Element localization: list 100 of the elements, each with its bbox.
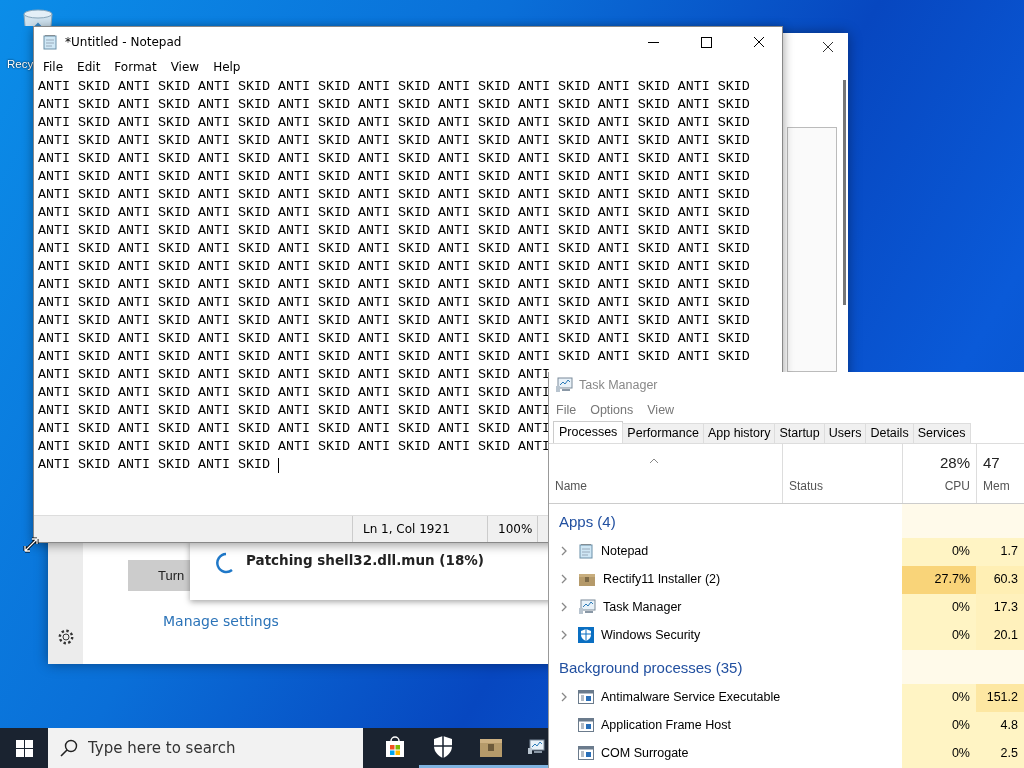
process-name[interactable]: Task Manager <box>603 599 682 614</box>
window-title: Task Manager <box>579 378 658 393</box>
column-header[interactable]: Mem <box>983 479 1010 493</box>
task-manager-icon <box>555 377 573 394</box>
search-icon <box>60 739 78 757</box>
text-line: ANTI SKID ANTI SKID ANTI SKID ANTI SKID ANTI SKID ANTI SKID ANTI SKID ANTI SKID ANTI SKID <box>38 294 750 312</box>
memory-cell: 20.1 <box>976 622 1024 650</box>
cpu-cell: 0% <box>902 594 976 622</box>
maximize-icon <box>700 36 712 48</box>
memory-cell <box>976 504 1024 538</box>
chevron-icon[interactable] <box>561 601 567 612</box>
menu-item[interactable]: Options <box>583 402 641 417</box>
column-header[interactable]: Status <box>789 479 896 493</box>
task-manager-icon <box>578 598 596 615</box>
text-line: ANTI SKID ANTI SKID ANTI SKID ANTI SKID ANTI SKID ANTI SKID ANTI SKID ANTI SKID ANTI SKID <box>38 204 750 222</box>
process-name[interactable]: COM Surrogate <box>601 745 689 760</box>
chevron-icon[interactable] <box>561 629 567 640</box>
memory-cell: 151.2 <box>976 684 1024 712</box>
text-line: ANTI SKID ANTI SKID ANTI SKID ANTI SKID ANTI SKID ANTI SKID ANTI <box>38 438 550 456</box>
text-line: ANTI SKID ANTI SKID ANTI SKID ANTI SKID ANTI SKID ANTI SKID ANTI SKID ANTI SKID ANTI SKID <box>38 330 750 348</box>
zoom-level: 100% <box>498 522 533 536</box>
memory-total: 47 <box>983 454 1000 471</box>
menu-item[interactable]: Help <box>206 60 248 74</box>
group-heading: Background processes (35) <box>559 658 743 676</box>
text-line: ANTI SKID ANTI SKID ANTI SKID ANTI SKID ANTI SKID ANTI SKID ANTI SKID ANTI SKID ANTI SKID <box>38 222 750 240</box>
cpu-cell: 0% <box>902 538 976 566</box>
column-header[interactable]: Name <box>555 479 776 493</box>
text-cursor <box>277 457 279 473</box>
process-name[interactable]: Application Frame Host <box>601 717 731 732</box>
process-name[interactable]: Windows Security <box>601 627 701 642</box>
menu-item[interactable]: Edit <box>70 60 108 74</box>
group-heading: Apps (4) <box>559 512 616 530</box>
memory-cell: 4.8 <box>976 712 1024 740</box>
cpu-cell: 27.7% <box>902 566 976 594</box>
scrollbar[interactable] <box>843 80 846 305</box>
text-line: ANTI SKID ANTI SKID ANTI SKID ANTI SKID ANTI SKID ANTI SKID ANTI SKID ANTI SKID ANTI SKID <box>38 276 750 294</box>
text-line: ANTI SKID ANTI SKID ANTI SKID ANTI SKID ANTI SKID ANTI SKID ANTI SKID ANTI SKID ANTI SKID <box>38 78 750 96</box>
tab[interactable]: Performance <box>622 422 704 443</box>
menu-item[interactable]: Format <box>107 60 164 74</box>
text-line: ANTI SKID ANTI SKID ANTI SKID ANTI SKID ANTI SKID ANTI SKID ANTI <box>38 402 550 420</box>
manage-settings-link[interactable]: Manage settings <box>163 613 279 629</box>
service-icon <box>578 689 594 704</box>
text-line: ANTI SKID ANTI SKID ANTI SKID ANTI SKID ANTI SKID ANTI SKID ANTI SKID ANTI SKID ANTI SKID <box>38 348 750 366</box>
tab[interactable]: Users <box>823 422 867 443</box>
sort-caret-icon[interactable] <box>649 457 659 464</box>
process-name[interactable]: Notepad <box>601 543 649 558</box>
cpu-cell: 0% <box>902 622 976 650</box>
text-line: ANTI SKID ANTI SKID ANTI SKID ANTI SKID ANTI SKID ANTI SKID ANTI SKID ANTI SKID ANTI SKID <box>38 96 750 114</box>
process-name[interactable]: Rectify11 Installer (2) <box>603 571 721 586</box>
shield-icon <box>432 734 454 759</box>
memory-cell: 60.3 <box>976 566 1024 594</box>
windows-logo-icon <box>15 739 33 757</box>
tab[interactable]: Details <box>865 422 914 443</box>
spinner-icon <box>214 552 234 574</box>
menu-item[interactable]: File <box>36 60 71 74</box>
chevron-icon[interactable] <box>561 545 567 556</box>
cursor-position: Ln 1, Col 1921 <box>363 522 450 536</box>
cpu-cell: 0% <box>902 740 976 768</box>
menu-item[interactable]: View <box>640 402 682 417</box>
memory-cell: 2.5 <box>976 740 1024 768</box>
progress-text: Patching shell32.dll.mun (18%) <box>246 552 484 568</box>
service-icon <box>578 745 594 760</box>
task-manager-icon <box>527 738 545 755</box>
menu-item[interactable]: File <box>549 402 584 417</box>
notepad-icon <box>42 34 58 50</box>
tab[interactable]: Services <box>912 422 971 443</box>
text-line: ANTI SKID ANTI SKID ANTI SKID ANTI SKID ANTI SKID ANTI SKID ANTI <box>38 366 550 384</box>
text-line: ANTI SKID ANTI SKID ANTI SKID ANTI SKID ANTI SKID ANTI SKID ANTI <box>38 384 550 402</box>
notepad-icon <box>578 542 594 559</box>
menu-item[interactable]: View <box>163 60 207 74</box>
column-header[interactable]: CPU <box>944 479 970 493</box>
settings-icon[interactable] <box>56 628 75 646</box>
desktop-icon-label[interactable]: Recy <box>7 58 34 70</box>
tab[interactable]: Startup <box>774 422 825 443</box>
text-line: ANTI SKID ANTI SKID ANTI SKID <box>38 456 270 474</box>
service-icon <box>578 717 594 732</box>
minimize-icon <box>647 41 659 43</box>
memory-cell <box>976 650 1024 684</box>
chevron-icon[interactable] <box>561 573 567 584</box>
text-line: ANTI SKID ANTI SKID ANTI SKID ANTI SKID ANTI SKID ANTI SKID ANTI SKID ANTI SKID ANTI SKID <box>38 186 750 204</box>
process-name[interactable]: Antimalware Service Executable <box>601 689 781 704</box>
tab[interactable]: App history <box>702 422 776 443</box>
text-line: ANTI SKID ANTI SKID ANTI SKID ANTI SKID ANTI SKID ANTI SKID ANTI SKID ANTI SKID ANTI SKID <box>38 312 750 330</box>
chevron-icon[interactable] <box>561 691 567 702</box>
close-icon[interactable] <box>822 41 834 53</box>
memory-cell: 1.7 <box>976 538 1024 566</box>
text-line: ANTI SKID ANTI SKID ANTI SKID ANTI SKID ANTI SKID ANTI SKID ANTI SKID ANTI SKID ANTI SKID <box>38 258 750 276</box>
cpu-total: 28% <box>939 454 970 471</box>
cpu-cell: 0% <box>902 684 976 712</box>
close-icon <box>753 36 765 48</box>
shield-icon <box>578 626 594 643</box>
search-field[interactable]: Type here to search <box>48 728 363 768</box>
memory-cell: 17.3 <box>976 594 1024 622</box>
window-title: *Untitled - Notepad <box>65 35 183 49</box>
text-line: ANTI SKID ANTI SKID ANTI SKID ANTI SKID ANTI SKID ANTI SKID ANTI SKID ANTI SKID ANTI SKID <box>38 240 750 258</box>
text-line: ANTI SKID ANTI SKID ANTI SKID ANTI SKID ANTI SKID ANTI SKID ANTI <box>38 420 550 438</box>
text-line: ANTI SKID ANTI SKID ANTI SKID ANTI SKID ANTI SKID ANTI SKID ANTI SKID ANTI SKID ANTI SKID <box>38 132 750 150</box>
store-bag-icon <box>383 734 407 759</box>
text-line: ANTI SKID ANTI SKID ANTI SKID ANTI SKID ANTI SKID ANTI SKID ANTI SKID ANTI SKID ANTI SKID <box>38 114 750 132</box>
tab[interactable]: Processes <box>553 420 624 443</box>
